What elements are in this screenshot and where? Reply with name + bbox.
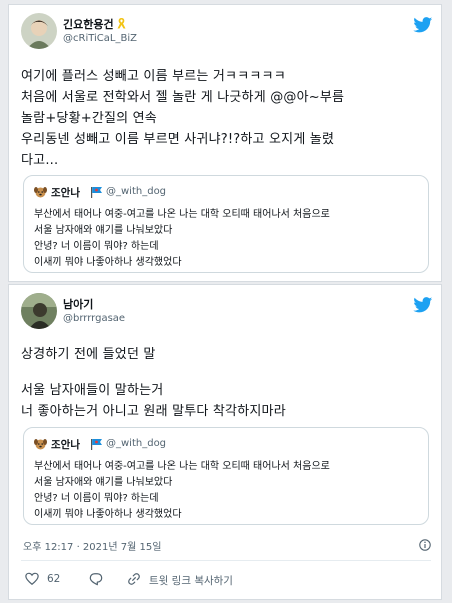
tweet-text-line: 다고...	[21, 153, 59, 168]
tweet-text-line: 우리동넨 성빼고 이름 부르면 사귀냐?!?하고 오지게 놀렸	[21, 132, 335, 147]
quoted-text-line: 이새끼 뭐야 나좋아하나 생각했었다	[34, 257, 182, 268]
dog-emoji-icon	[34, 187, 47, 198]
quoted-text-line: 부산에서 태어나 여중-여고를 나온 나는 대학 오티때 태어나서 처음으로	[34, 209, 330, 220]
twitter-bird-icon[interactable]	[413, 17, 433, 33]
link-icon[interactable]	[127, 572, 141, 586]
quoted-handle: @_with_dog	[106, 186, 167, 197]
heart-icon[interactable]	[25, 572, 39, 586]
tweet-text-line: 서울 남자애들이 말하는거	[21, 383, 164, 398]
tweet-text-line: 너 좋아하는거 아니고 원래 말투다 착각하지마라	[21, 404, 286, 419]
reply-icon[interactable]	[89, 572, 103, 586]
handle[interactable]: @cRiTiCaL_BiZ	[63, 33, 137, 44]
quoted-text-line: 부산에서 태어나 여중-여고를 나온 나는 대학 오티때 태어나서 처음으로	[34, 461, 330, 472]
tweet-text-line: 처음에 서울로 전학와서 젤 놀란 게 나긋하게 @@아~부름	[21, 90, 345, 105]
tweet-card-1[interactable]: 긴요한용건 @cRiTiCaL_BiZ 여기에 플러스 성빼고 이름 부르는 거…	[8, 4, 442, 282]
divider	[21, 560, 431, 561]
dog-emoji-icon	[34, 439, 47, 450]
handle[interactable]: @brrrrgasae	[63, 313, 125, 324]
info-icon[interactable]	[419, 539, 431, 551]
display-name[interactable]: 남아기	[63, 296, 93, 312]
quoted-text-line: 서울 남자애와 얘기를 나눠보았다	[34, 477, 173, 488]
quoted-text-line: 서울 남자애와 얘기를 나눠보았다	[34, 225, 173, 236]
quoted-text-line: 안녕? 너 이름이 뭐야? 하는데	[34, 493, 159, 504]
quoted-tweet[interactable]: 조안나 @_with_dog 부산에서 태어나 여중-여고를 나온 나는 대학 …	[23, 427, 429, 525]
tweet-card-2[interactable]: 남아기 @brrrrgasae 상경하기 전에 들었던 말 서울 남자애들이 말…	[8, 284, 442, 600]
like-count[interactable]: 62	[47, 573, 60, 585]
yellow-ribbon-icon	[117, 18, 126, 29]
timestamp[interactable]: 오후 12:17 · 2021년 7월 15일	[23, 538, 161, 553]
twitter-bird-icon[interactable]	[413, 297, 433, 313]
avatar[interactable]	[21, 293, 57, 329]
tweet-text-line: 여기에 플러스 성빼고 이름 부르는 거ㅋㅋㅋㅋㅋ	[21, 69, 286, 84]
quoted-tweet[interactable]: 조안나 @_with_dog 부산에서 태어나 여중-여고를 나온 나는 대학 …	[23, 175, 429, 273]
tweet-text-line: 놀람+당황+간질의 연속	[21, 111, 157, 126]
copy-link-button[interactable]: 트윗 링크 복사하기	[149, 573, 233, 588]
quoted-author: 조안나	[51, 439, 80, 451]
quoted-author: 조안나	[51, 187, 80, 199]
flag-emoji-icon	[91, 187, 102, 198]
flag-emoji-icon	[91, 439, 102, 450]
display-name[interactable]: 긴요한용건	[63, 16, 126, 32]
quoted-handle: @_with_dog	[106, 438, 167, 449]
tweet-text-line: 상경하기 전에 들었던 말	[21, 347, 156, 362]
quoted-text-line: 이새끼 뭐야 나좋아하나 생각했었다	[34, 509, 182, 520]
quoted-text-line: 안녕? 너 이름이 뭐야? 하는데	[34, 241, 159, 252]
avatar[interactable]	[21, 13, 57, 49]
